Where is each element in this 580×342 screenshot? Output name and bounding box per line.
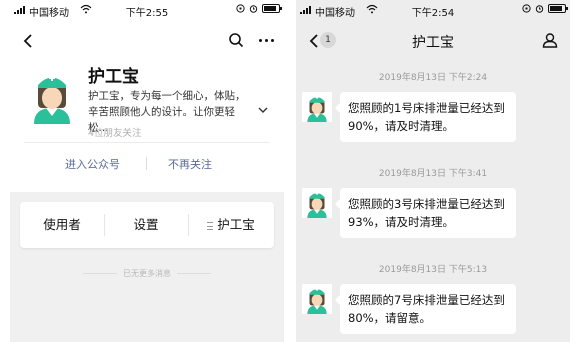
enter-account-button[interactable]: 进入公众号: [65, 156, 120, 172]
battery-icon: [262, 4, 282, 13]
alarm-icon: [535, 5, 544, 13]
chat-nav-bar: 1 护工宝: [296, 22, 570, 60]
profile-nav-bar: [10, 22, 284, 60]
menu-item-label: 护工宝: [217, 217, 255, 232]
orientation-lock-icon: [522, 4, 531, 13]
screenshot-stage: 中国移动 下午2:55 护工宝 护工宝，专为每一个细心，体贴，辛苦照顾他人的设计…: [0, 0, 580, 342]
message-bubble[interactable]: 您照顾的3号床排泄量已经达到93%，请及时清理。: [335, 188, 516, 238]
message-timestamp: 2019年8月13日 下午2:24: [378, 73, 488, 83]
account-name: 护工宝: [88, 67, 139, 87]
message-bubble[interactable]: 您照顾的1号床排泄量已经达到90%，请及时清理。: [335, 92, 516, 142]
more-dots-icon[interactable]: [259, 39, 274, 42]
divider: [146, 157, 147, 170]
profile-screen: 中国移动 下午2:55 护工宝 护工宝，专为每一个细心，体贴，辛苦照顾他人的设计…: [10, 0, 284, 342]
account-menu: 使用者 设置 护工宝: [20, 202, 274, 248]
chevron-left-icon[interactable]: [22, 33, 34, 49]
status-bar: 中国移动 下午2:54: [296, 0, 570, 22]
followers-count: 4位朋友关注: [88, 128, 142, 139]
nurse-avatar: [24, 68, 80, 124]
alarm-icon: [249, 5, 258, 13]
message-timestamp: 2019年8月13日 下午3:41: [378, 169, 488, 179]
battery-icon: [548, 4, 568, 13]
chat-title: 护工宝: [412, 35, 454, 51]
message-bubble[interactable]: 您照顾的7号床排泄量已经达到80%，请留意。: [335, 284, 516, 334]
menu-item-app[interactable]: 护工宝: [188, 202, 274, 248]
unfollow-button[interactable]: 不再关注: [168, 156, 212, 172]
chevron-down-icon[interactable]: [258, 106, 268, 114]
no-more-messages: 已无更多消息: [10, 268, 284, 279]
chat-screen: 中国移动 下午2:54 1 护工宝 2019年8月13日 下午2:24 您照顾的…: [296, 0, 570, 342]
search-icon[interactable]: [228, 32, 244, 48]
user-icon[interactable]: [542, 32, 558, 48]
menu-list-icon: [207, 221, 214, 230]
nurse-avatar[interactable]: [302, 188, 332, 218]
profile-card: 护工宝 护工宝，专为每一个细心，体贴，辛苦照顾他人的设计。让你更轻松... 4位…: [10, 60, 284, 192]
nurse-avatar[interactable]: [302, 92, 332, 122]
message-timestamp: 2019年8月13日 下午5:13: [378, 265, 488, 275]
menu-item-settings[interactable]: 设置: [104, 202, 188, 248]
divider: [24, 142, 270, 143]
status-bar: 中国移动 下午2:55: [10, 0, 284, 22]
menu-item-users[interactable]: 使用者: [20, 202, 104, 248]
orientation-lock-icon: [236, 4, 245, 13]
nurse-avatar[interactable]: [302, 284, 332, 314]
